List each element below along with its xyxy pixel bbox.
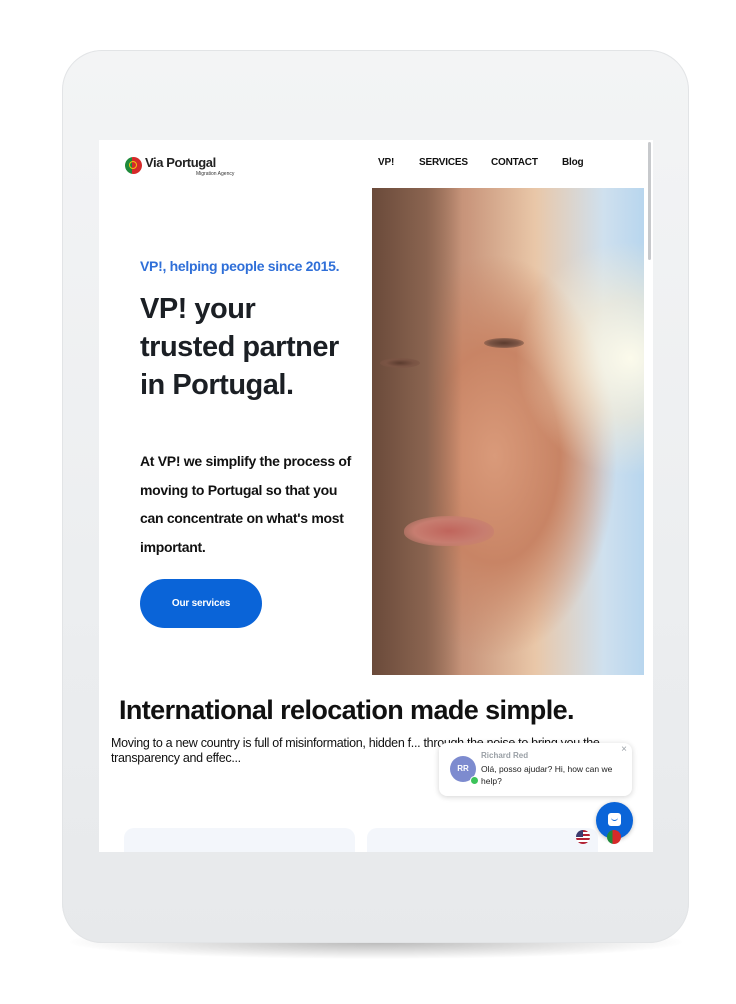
chat-popup[interactable]: RR Richard Red Olá, posso ajudar? Hi, ho… [439, 743, 632, 796]
logo-name: Via Portugal [145, 155, 216, 170]
portugal-flag-icon[interactable] [607, 830, 621, 844]
chat-agent-name: Richard Red [481, 751, 529, 760]
service-card[interactable] [367, 828, 598, 852]
hero-image-lips [404, 516, 494, 546]
service-card[interactable] [124, 828, 355, 852]
hero-image-eye [380, 358, 420, 368]
nav-item-services[interactable]: SERVICES [419, 157, 468, 168]
hero-headline: VP! your trusted partner in Portugal. [140, 293, 339, 401]
online-status-icon [470, 776, 479, 785]
browser-viewport: Via Portugal Migration Agency VP! SERVIC… [99, 140, 653, 852]
chat-message: Olá, posso ajudar? Hi, how can we help? [481, 764, 613, 786]
hero-image-eye [484, 338, 524, 348]
our-services-button[interactable]: Our services [140, 579, 262, 628]
portugal-flag-icon [125, 157, 142, 174]
close-icon[interactable]: × [621, 744, 627, 755]
hero-image [372, 188, 644, 675]
section-title: International relocation made simple. [119, 695, 575, 725]
logo[interactable]: Via Portugal Migration Agency [125, 155, 234, 179]
us-flag-icon[interactable] [576, 830, 590, 844]
chat-bubble-icon [608, 813, 621, 826]
nav-item-contact[interactable]: CONTACT [491, 157, 538, 168]
logo-subtitle: Migration Agency [196, 171, 235, 177]
nav-item-blog[interactable]: Blog [562, 157, 584, 168]
nav-item-vp[interactable]: VP! [378, 157, 394, 168]
hero-image-hair [372, 188, 462, 675]
hero-intro: At VP! we simplify the process of moving… [140, 453, 352, 555]
hero-tagline: VP!, helping people since 2015. [140, 258, 340, 274]
scrollbar[interactable] [648, 142, 651, 260]
